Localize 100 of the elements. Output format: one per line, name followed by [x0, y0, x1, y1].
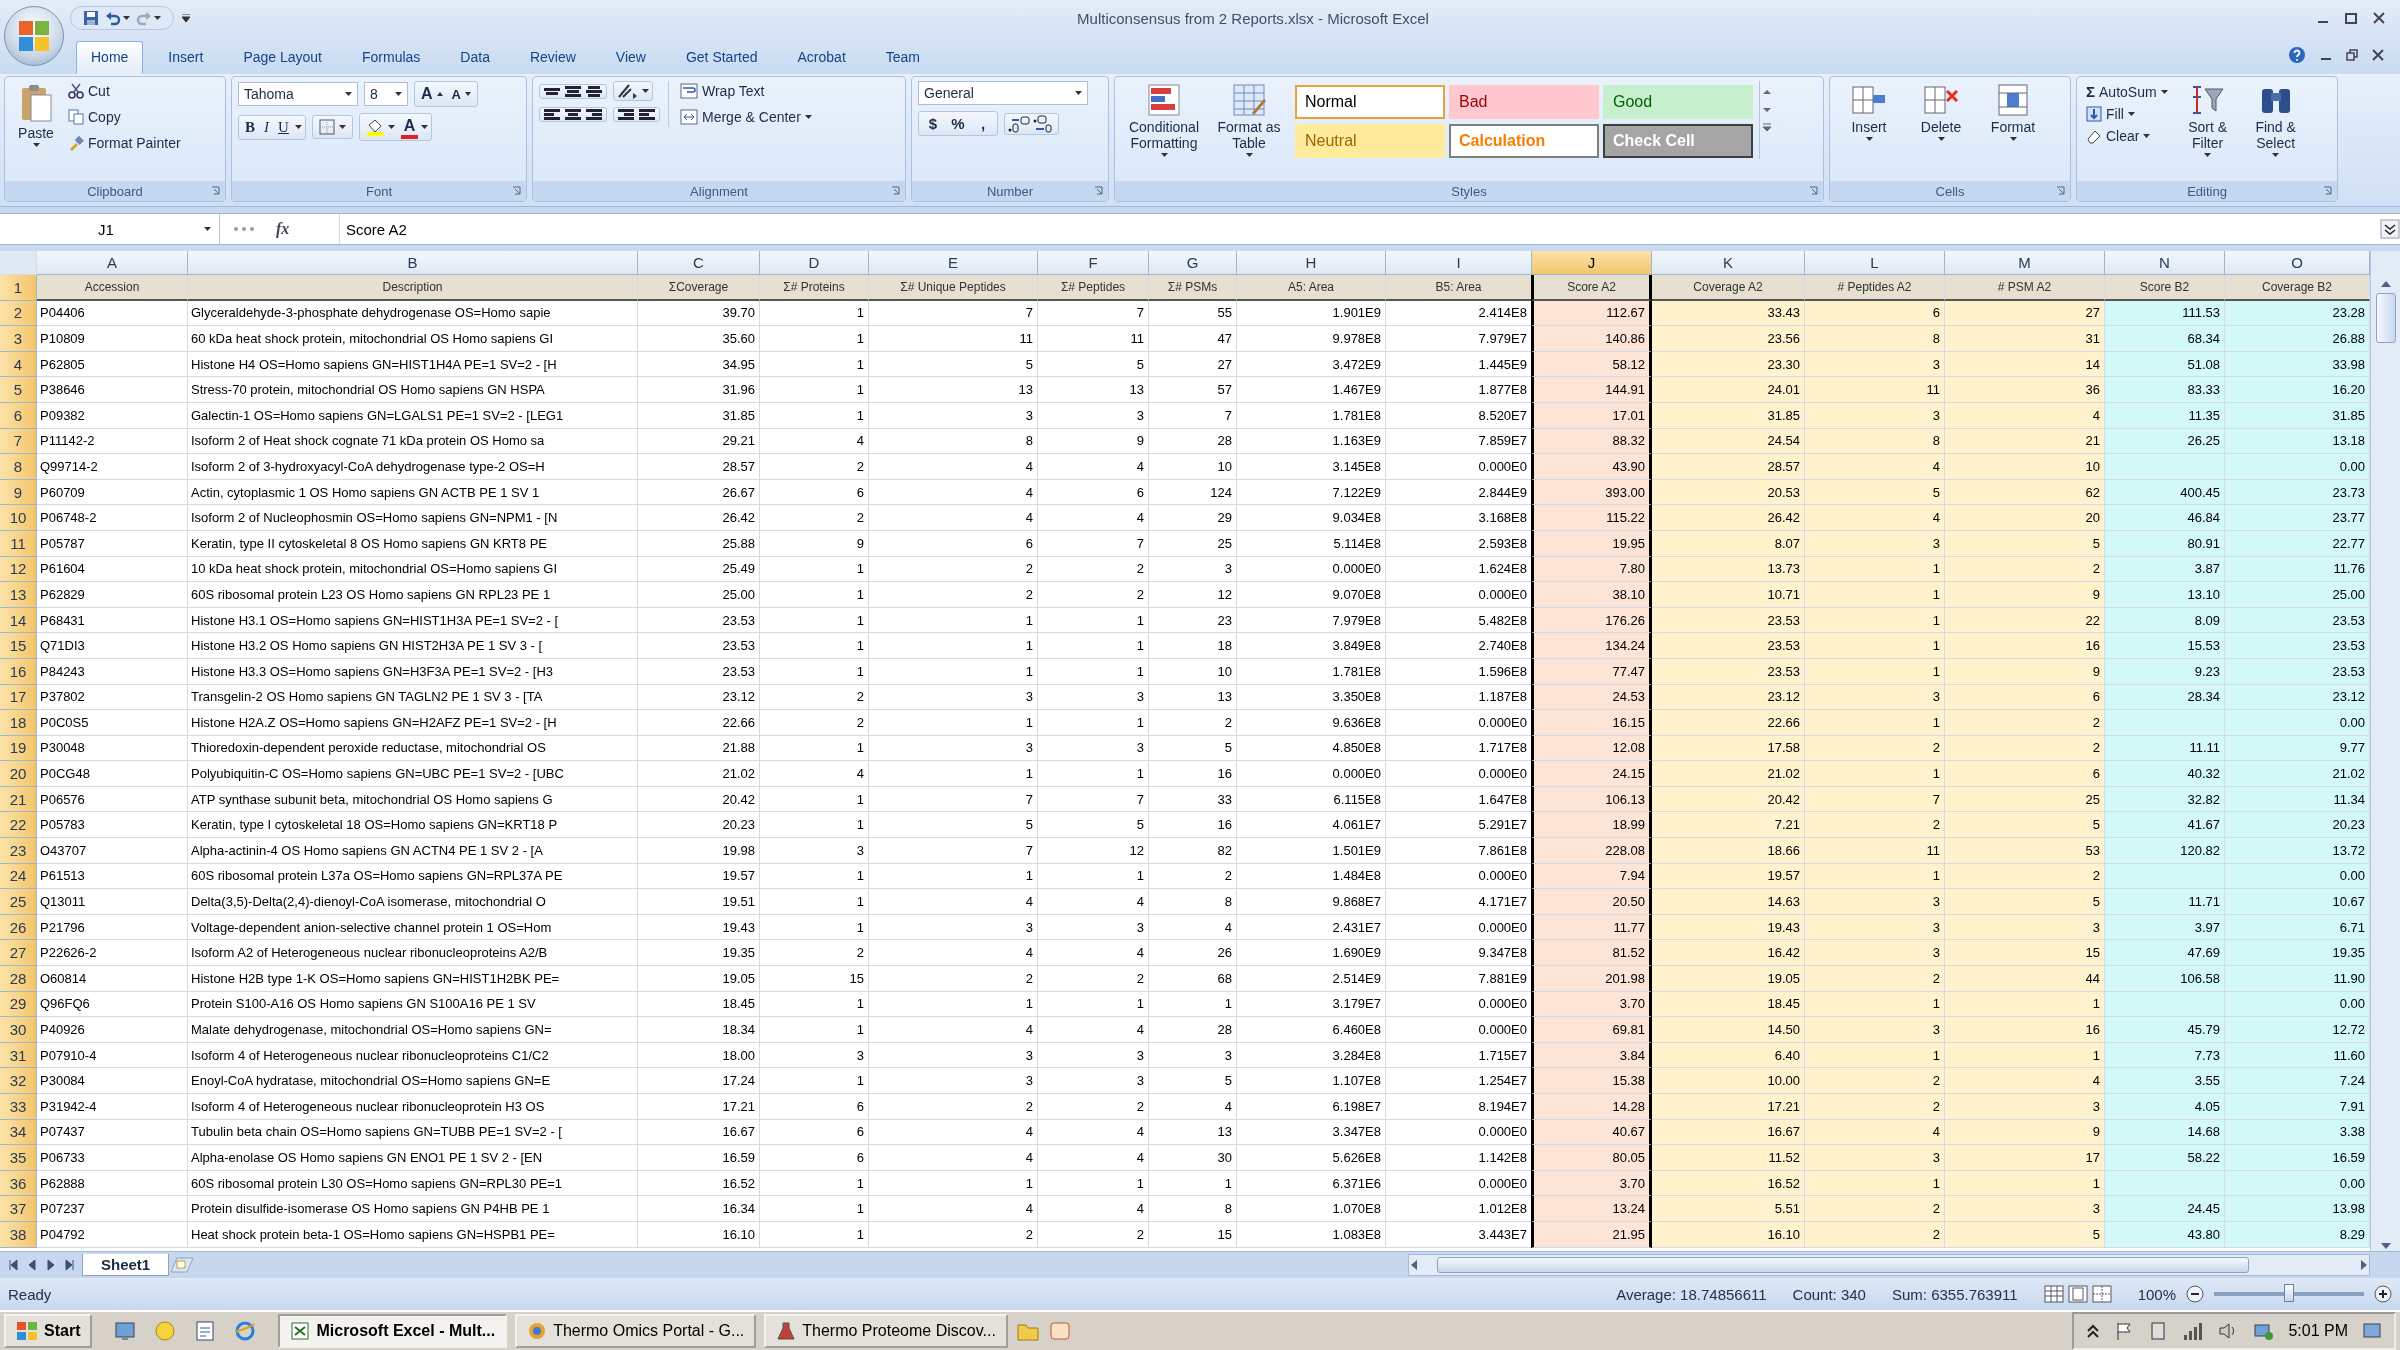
row-header[interactable]: 1	[0, 275, 37, 301]
row-header[interactable]: 20	[0, 761, 37, 787]
column-header[interactable]: A	[37, 251, 188, 275]
merge-center-button[interactable]: Merge & Center	[677, 107, 815, 127]
row-header[interactable]: 12	[0, 556, 37, 583]
row-header[interactable]: 29	[0, 991, 37, 1018]
start-button[interactable]: Start	[4, 1314, 93, 1348]
column-header[interactable]: M	[1945, 251, 2105, 275]
row-header[interactable]: 19	[0, 735, 37, 762]
column-header[interactable]: G	[1149, 251, 1237, 275]
font-size-field[interactable]: 8	[364, 82, 408, 106]
row-header[interactable]: 17	[0, 684, 37, 711]
sheet-tab[interactable]: Sheet1	[82, 1254, 170, 1276]
dialog-launcher-icon[interactable]	[891, 186, 901, 196]
restore-icon[interactable]	[2346, 49, 2358, 61]
network-icon[interactable]	[2252, 1321, 2275, 1341]
percent-button[interactable]: %	[947, 113, 969, 134]
column-header[interactable]: I	[1386, 251, 1532, 275]
delete-button[interactable]: Delete	[1908, 81, 1974, 144]
close-icon[interactable]	[2372, 49, 2384, 61]
row-header[interactable]: 24	[0, 863, 37, 890]
row-header[interactable]: 36	[0, 1170, 37, 1197]
taskbar-button[interactable]: Thermo Proteome Discov...	[764, 1314, 1008, 1348]
row-header[interactable]: 9	[0, 479, 37, 506]
zoom-level[interactable]: 100%	[2137, 1285, 2176, 1303]
desktop-icon[interactable]	[114, 1320, 137, 1342]
column-header[interactable]: H	[1237, 251, 1386, 275]
clear-button[interactable]: Clear	[2083, 126, 2171, 146]
dialog-launcher-icon[interactable]	[211, 186, 221, 196]
column-header[interactable]: E	[869, 251, 1038, 275]
scroll-left-icon[interactable]	[1409, 1259, 1419, 1271]
font-name-field[interactable]: Tahoma	[238, 82, 358, 106]
bold-button[interactable]: B	[242, 116, 258, 138]
fill-button[interactable]: Fill	[2083, 104, 2171, 124]
cell-style[interactable]: Bad	[1449, 85, 1599, 119]
zoom-out-icon[interactable]	[2186, 1285, 2204, 1303]
row-header[interactable]: 23	[0, 838, 37, 864]
formula-field[interactable]: Score A2	[340, 220, 2380, 238]
sort-filter-button[interactable]: Sort & Filter	[2176, 81, 2239, 160]
insert-function-button[interactable]: fx	[270, 219, 296, 239]
save-button[interactable]	[83, 10, 99, 26]
format-painter-button[interactable]: Format Painter	[65, 133, 184, 153]
page-break-view-icon[interactable]	[2091, 1285, 2112, 1303]
column-header[interactable]: K	[1652, 251, 1805, 275]
format-as-table-button[interactable]: Format as Table	[1213, 81, 1285, 160]
expand-formula-bar-icon[interactable]	[2380, 219, 2400, 239]
row-header[interactable]: 8	[0, 454, 37, 480]
customize-toolbar-button[interactable]	[182, 14, 190, 22]
row-header[interactable]: 21	[0, 786, 37, 813]
copy-button[interactable]: Copy	[65, 107, 184, 127]
browser-icon[interactable]	[234, 1320, 257, 1342]
row-header[interactable]: 6	[0, 402, 37, 429]
autosum-button[interactable]: Σ AutoSum	[2083, 81, 2171, 102]
page-layout-view-icon[interactable]	[2067, 1285, 2088, 1303]
row-header[interactable]: 3	[0, 326, 37, 352]
zoom-in-icon[interactable]	[2374, 1285, 2392, 1303]
dialog-launcher-icon[interactable]	[1809, 186, 1819, 196]
cell-style[interactable]: Neutral	[1295, 124, 1445, 159]
ribbon-tab[interactable]: View	[600, 41, 661, 74]
grow-font-button[interactable]: A	[418, 83, 446, 105]
next-sheet-icon[interactable]	[44, 1258, 56, 1272]
help-icon[interactable]	[2288, 46, 2306, 64]
scrollbar-thumb[interactable]	[1437, 1257, 2249, 1273]
dialog-launcher-icon[interactable]	[512, 186, 522, 196]
taskbar-button[interactable]: Thermo Omics Portal - G...	[515, 1314, 757, 1348]
normal-view-icon[interactable]	[2043, 1285, 2064, 1303]
shrink-font-button[interactable]: A	[448, 84, 474, 104]
row-header[interactable]: 10	[0, 505, 37, 531]
row-header[interactable]: 35	[0, 1145, 37, 1171]
office-button[interactable]	[4, 6, 64, 66]
row-header[interactable]: 18	[0, 710, 37, 736]
cut-button[interactable]: Cut	[65, 81, 184, 101]
ribbon-tab[interactable]: Review	[514, 41, 591, 74]
row-header[interactable]: 7	[0, 428, 37, 455]
currency-button[interactable]: $	[922, 113, 944, 134]
font-color-button[interactable]: A	[400, 115, 419, 139]
row-header[interactable]: 38	[0, 1221, 37, 1248]
ribbon-tab[interactable]: Page Layout	[228, 41, 337, 74]
ribbon-tab[interactable]: Get Started	[670, 41, 773, 74]
column-header[interactable]: J	[1532, 251, 1652, 275]
ribbon-tab[interactable]: Acrobat	[782, 41, 861, 74]
close-icon[interactable]	[2372, 11, 2386, 25]
increase-decimal-icon[interactable]	[1008, 114, 1030, 133]
ribbon-tab[interactable]: Insert	[153, 41, 219, 74]
column-header[interactable]: O	[2225, 251, 2370, 275]
scroll-right-icon[interactable]	[2359, 1259, 2369, 1271]
column-header[interactable]: C	[638, 251, 760, 275]
cell-style[interactable]: Good	[1603, 85, 1753, 119]
column-header[interactable]: F	[1038, 251, 1149, 275]
first-sheet-icon[interactable]	[8, 1258, 20, 1272]
taskbar-button[interactable]: Microsoft Excel - Mult...	[278, 1314, 508, 1348]
row-header[interactable]: 15	[0, 633, 37, 659]
document-icon[interactable]	[194, 1320, 217, 1342]
signal-icon[interactable]	[2182, 1321, 2205, 1341]
undo-button[interactable]	[105, 10, 130, 26]
cell-style[interactable]: Normal	[1295, 85, 1445, 119]
ribbon-tab[interactable]: Home	[76, 41, 144, 74]
column-header[interactable]: L	[1805, 251, 1945, 275]
paste-button[interactable]: Paste	[11, 81, 61, 153]
row-header[interactable]: 11	[0, 530, 37, 557]
